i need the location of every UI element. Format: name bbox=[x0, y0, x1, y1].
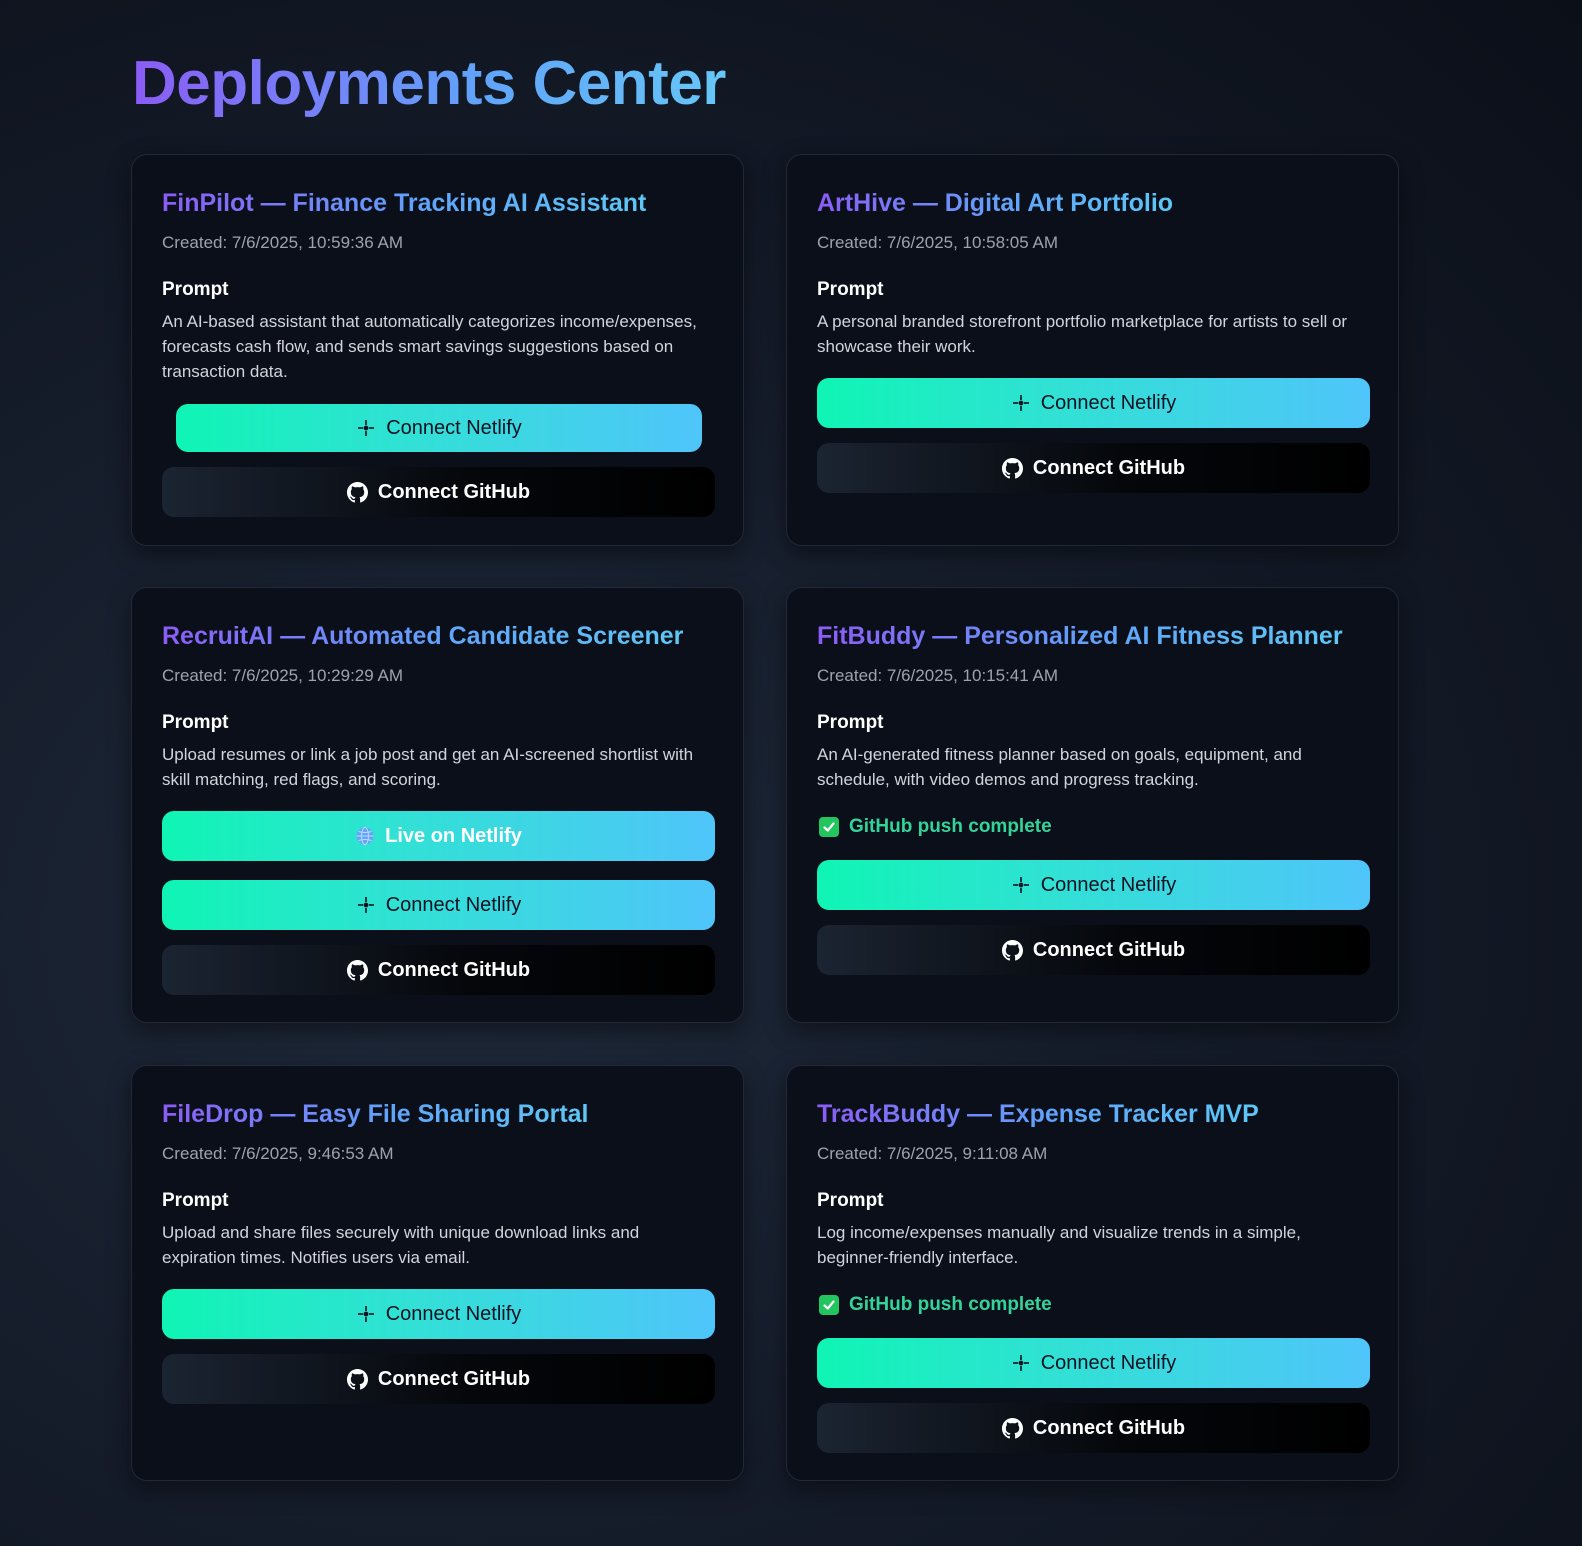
status-text: GitHub push complete bbox=[849, 816, 1052, 837]
project-title: ArtHive — Digital Art Portfolio bbox=[817, 183, 1173, 223]
github-icon bbox=[346, 1368, 368, 1390]
github-icon bbox=[1001, 1417, 1023, 1439]
connect-netlify-button[interactable]: Connect Netlify bbox=[817, 378, 1370, 428]
connect-github-button[interactable]: Connect GitHub bbox=[817, 925, 1370, 975]
button-label: Live on Netlify bbox=[385, 824, 522, 847]
connect-github-button[interactable]: Connect GitHub bbox=[817, 1403, 1370, 1453]
prompt-label: Prompt bbox=[817, 712, 884, 733]
button-label: Connect Netlify bbox=[385, 893, 522, 916]
button-label: Connect GitHub bbox=[1032, 938, 1186, 961]
project-title: FinPilot — Finance Tracking AI Assistant bbox=[162, 183, 646, 223]
button-label: Connect GitHub bbox=[377, 958, 531, 981]
prompt-text: An AI-generated fitness planner based on… bbox=[817, 745, 1302, 789]
deployment-card: FileDrop — Easy File Sharing Portal Crea… bbox=[131, 1065, 744, 1481]
sparkle-icon bbox=[1011, 875, 1031, 895]
deployment-card: RecruitAI — Automated Candidate Screener… bbox=[131, 587, 744, 1023]
checkmark-icon bbox=[819, 1295, 839, 1315]
globe-icon bbox=[355, 826, 375, 846]
github-icon bbox=[1001, 457, 1023, 479]
deployment-card: TrackBuddy — Expense Tracker MVP Created… bbox=[786, 1065, 1399, 1481]
github-icon bbox=[1001, 939, 1023, 961]
github-icon bbox=[346, 959, 368, 981]
deployment-card: ArtHive — Digital Art Portfolio Created:… bbox=[786, 154, 1399, 546]
prompt-text: Log income/expenses manually and visuali… bbox=[817, 1223, 1301, 1267]
page-title: Deployments Center bbox=[132, 44, 726, 124]
prompt-text: A personal branded storefront portfolio … bbox=[817, 312, 1348, 356]
created-timestamp: Created: 7/6/2025, 10:58:05 AM bbox=[817, 233, 1059, 252]
project-title: FileDrop — Easy File Sharing Portal bbox=[162, 1094, 589, 1134]
connect-github-button[interactable]: Connect GitHub bbox=[817, 443, 1370, 493]
prompt-label: Prompt bbox=[817, 1190, 884, 1211]
checkmark-icon bbox=[819, 817, 839, 837]
connect-netlify-button[interactable]: Connect Netlify bbox=[162, 880, 715, 930]
connect-github-button[interactable]: Connect GitHub bbox=[162, 1354, 715, 1404]
github-icon bbox=[346, 481, 368, 503]
project-title: RecruitAI — Automated Candidate Screener bbox=[162, 616, 683, 656]
github-status: GitHub push complete bbox=[819, 1291, 1052, 1319]
sparkle-icon bbox=[1011, 393, 1031, 413]
button-label: Connect Netlify bbox=[1040, 391, 1177, 414]
status-text: GitHub push complete bbox=[849, 1294, 1052, 1315]
connect-netlify-button[interactable]: Connect Netlify bbox=[817, 860, 1370, 910]
github-status: GitHub push complete bbox=[819, 813, 1052, 841]
prompt-label: Prompt bbox=[162, 1190, 229, 1211]
sparkle-icon bbox=[1011, 1353, 1031, 1373]
sparkle-icon bbox=[356, 895, 376, 915]
connect-netlify-button[interactable]: Connect Netlify bbox=[162, 1289, 715, 1339]
prompt-text: Upload and share files securely with uni… bbox=[162, 1223, 640, 1267]
button-label: Connect Netlify bbox=[1040, 1351, 1177, 1374]
connect-netlify-button[interactable]: Connect Netlify bbox=[817, 1338, 1370, 1388]
deployment-card: FinPilot — Finance Tracking AI Assistant… bbox=[131, 154, 744, 546]
created-timestamp: Created: 7/6/2025, 10:59:36 AM bbox=[162, 233, 404, 252]
button-label: Connect GitHub bbox=[1032, 1416, 1186, 1439]
sparkle-icon bbox=[356, 1304, 376, 1324]
button-label: Connect GitHub bbox=[377, 1367, 531, 1390]
button-label: Connect GitHub bbox=[1032, 456, 1186, 479]
button-label: Connect Netlify bbox=[1040, 873, 1177, 896]
prompt-label: Prompt bbox=[162, 279, 229, 300]
connect-netlify-button[interactable]: Connect Netlify bbox=[176, 404, 702, 452]
button-label: Connect Netlify bbox=[386, 416, 522, 439]
deployment-card: FitBuddy — Personalized AI Fitness Plann… bbox=[786, 587, 1399, 1023]
created-timestamp: Created: 7/6/2025, 10:15:41 AM bbox=[817, 666, 1059, 685]
prompt-label: Prompt bbox=[817, 279, 884, 300]
connect-github-button[interactable]: Connect GitHub bbox=[162, 945, 715, 995]
created-timestamp: Created: 7/6/2025, 9:46:53 AM bbox=[162, 1144, 394, 1163]
button-label: Connect GitHub bbox=[377, 480, 531, 503]
project-title: FitBuddy — Personalized AI Fitness Plann… bbox=[817, 616, 1343, 656]
project-title: TrackBuddy — Expense Tracker MVP bbox=[817, 1094, 1259, 1134]
created-timestamp: Created: 7/6/2025, 9:11:08 AM bbox=[817, 1144, 1048, 1163]
live-on-netlify-button[interactable]: Live on Netlify bbox=[162, 811, 715, 861]
connect-github-button[interactable]: Connect GitHub bbox=[162, 467, 715, 517]
prompt-label: Prompt bbox=[162, 712, 229, 733]
prompt-text: Upload resumes or link a job post and ge… bbox=[162, 745, 694, 789]
created-timestamp: Created: 7/6/2025, 10:29:29 AM bbox=[162, 666, 404, 685]
sparkle-icon bbox=[356, 418, 376, 438]
prompt-text: An AI-based assistant that automatically… bbox=[162, 312, 697, 381]
button-label: Connect Netlify bbox=[385, 1302, 522, 1325]
